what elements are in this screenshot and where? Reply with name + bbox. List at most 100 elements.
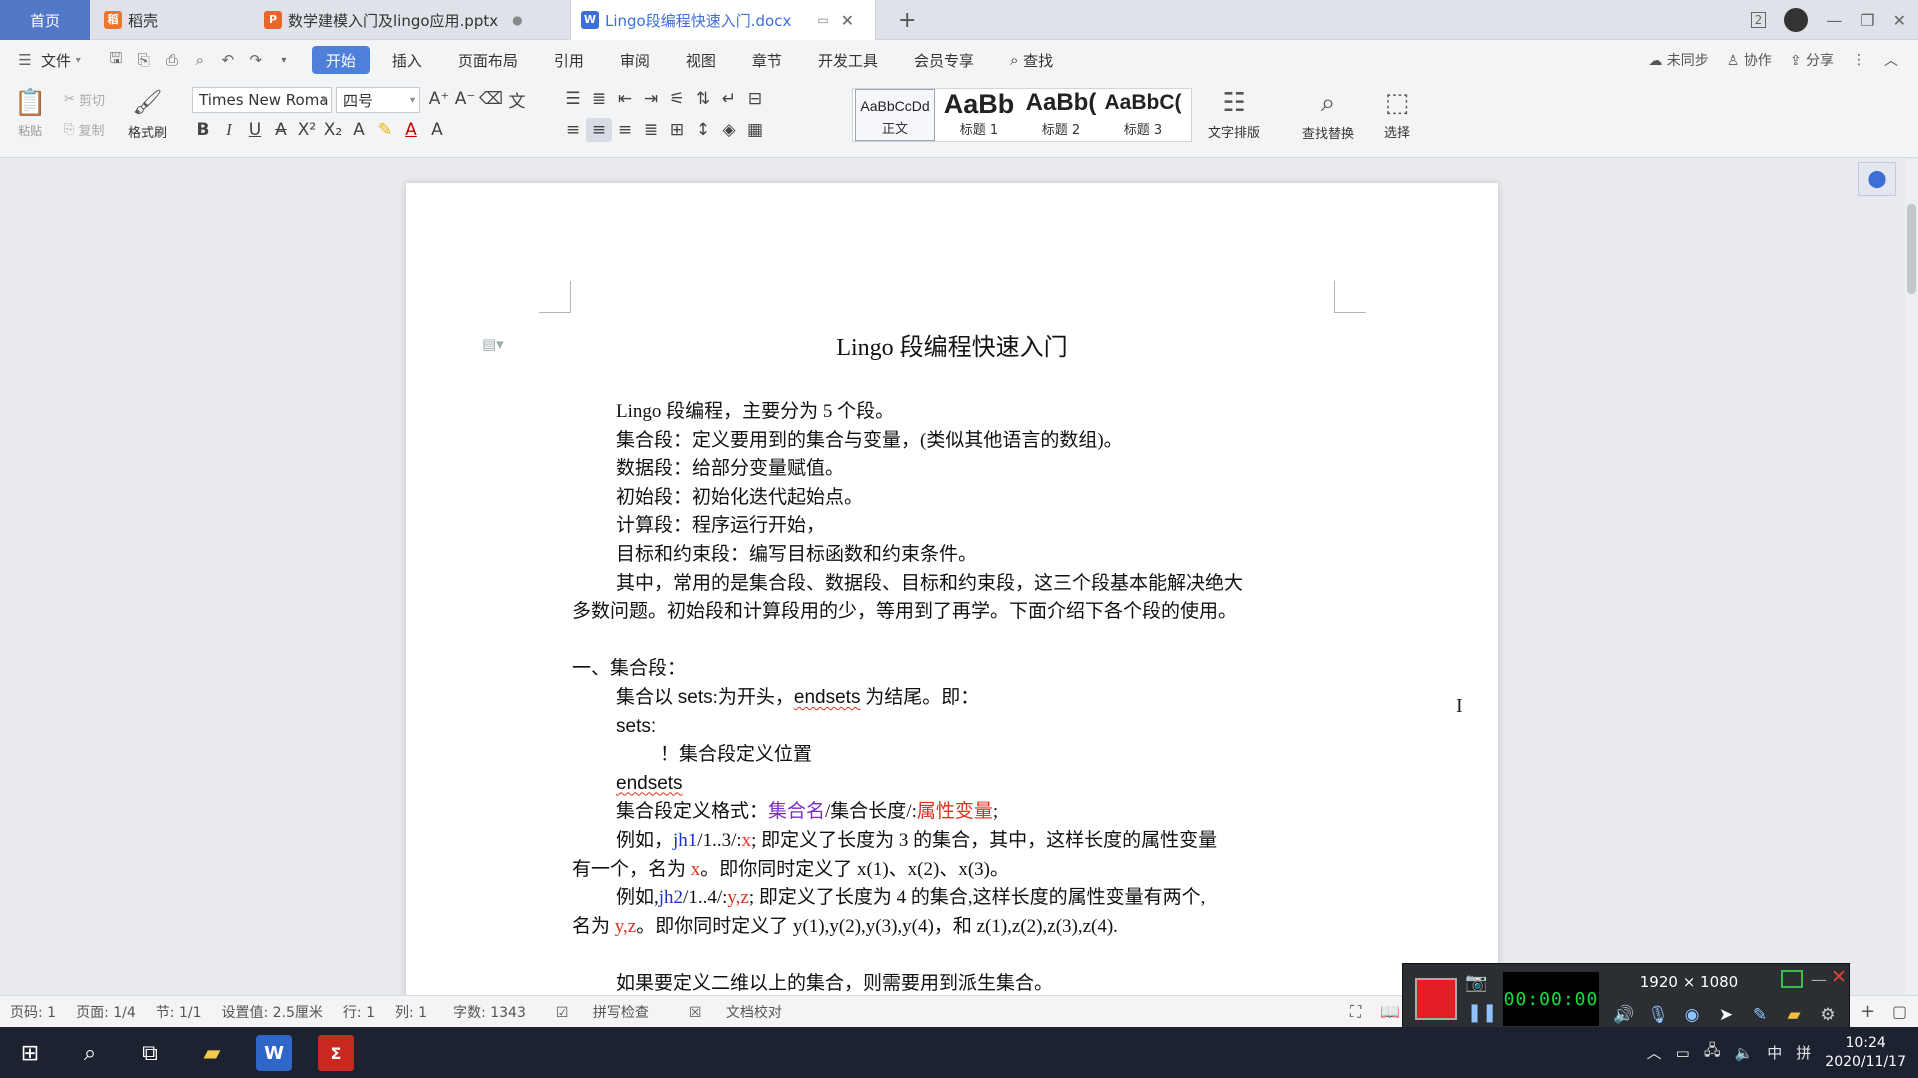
output-icon[interactable]: ⎘ xyxy=(133,49,155,71)
scrollbar-thumb[interactable] xyxy=(1907,204,1916,294)
minimize-recorder-icon[interactable]: — xyxy=(1811,970,1827,989)
print-icon[interactable]: ⎙ xyxy=(161,49,183,71)
lingo-icon[interactable]: Σ xyxy=(318,1035,354,1071)
bold-icon[interactable]: B xyxy=(190,118,216,142)
restore-icon[interactable]: ❐ xyxy=(1860,11,1874,30)
document-page[interactable]: ▤▾ Lingo 段编程快速入门 Lingo 段编程，主要分为 5 个段。 集合… xyxy=(406,183,1498,995)
battery-icon[interactable]: ▭ xyxy=(1676,1044,1690,1062)
align-center-icon[interactable]: ≡ xyxy=(586,118,612,142)
bullets-icon[interactable]: ☰ xyxy=(560,87,586,111)
format-painter-button[interactable]: 🖌 格式刷 xyxy=(128,88,167,141)
italic-icon[interactable]: I xyxy=(216,118,242,142)
monitor-icon[interactable]: ▭ xyxy=(817,13,828,27)
menu-page-layout[interactable]: 页面布局 xyxy=(444,46,532,74)
menu-chapter[interactable]: 章节 xyxy=(738,46,796,74)
volume-icon[interactable]: 🔈 xyxy=(1735,1044,1754,1062)
ime-mode-icon[interactable]: 拼 xyxy=(1796,1042,1811,1063)
style-heading1[interactable]: AaBb 标题 1 xyxy=(939,89,1019,141)
paste-button[interactable]: 📋 粘贴 xyxy=(14,88,46,139)
status-col[interactable]: 列: 1 xyxy=(395,1002,427,1022)
justify-icon[interactable]: ≣ xyxy=(638,118,664,142)
print-preview-icon[interactable]: ⌕ xyxy=(189,49,211,71)
redo-icon[interactable]: ↷ xyxy=(245,49,267,71)
style-heading3[interactable]: AaBbC( 标题 3 xyxy=(1103,89,1183,141)
font-name-select[interactable]: Times New Roma ▾ xyxy=(192,87,332,113)
distributed-icon[interactable]: ⊞ xyxy=(664,118,690,142)
pause-icon[interactable]: ❚❚ xyxy=(1467,1002,1497,1023)
vertical-scrollbar[interactable] xyxy=(1905,159,1918,995)
user-avatar[interactable] xyxy=(1784,8,1809,32)
numbering-icon[interactable]: ≣ xyxy=(586,87,612,111)
document-body[interactable]: Lingo 段编程，主要分为 5 个段。 集合段：定义要用到的集合与变量，(类似… xyxy=(572,398,1337,995)
status-pages[interactable]: 页面: 1/4 xyxy=(76,1002,136,1022)
menu-search[interactable]: ⌕ 查找 xyxy=(996,46,1067,74)
char-border-icon[interactable]: A xyxy=(424,118,450,142)
hamburger-icon[interactable]: ☰ xyxy=(14,49,36,71)
undo-icon[interactable]: ↶ xyxy=(217,49,239,71)
shading-icon[interactable]: ◈ xyxy=(716,118,742,142)
pen-icon[interactable]: ✎ xyxy=(1749,1004,1771,1026)
region-icon[interactable] xyxy=(1781,970,1803,988)
align-right-icon[interactable]: ≡ xyxy=(612,118,638,142)
status-word-count[interactable]: 字数: 1343 xyxy=(453,1002,526,1022)
select-button[interactable]: ⬚ 选择 xyxy=(1384,88,1410,141)
increase-font-icon[interactable]: A⁺ xyxy=(426,87,452,111)
text-effect-icon[interactable]: A xyxy=(346,118,372,142)
wps-writer-icon[interactable]: W xyxy=(256,1035,292,1071)
minimize-icon[interactable]: — xyxy=(1826,11,1842,30)
network-icon[interactable]: 🖧 xyxy=(1704,1040,1721,1065)
document-workspace[interactable]: ⬤ ▤▾ Lingo 段编程快速入门 Lingo 段编程，主要分为 5 个段。 … xyxy=(0,159,1918,995)
menu-insert[interactable]: 插入 xyxy=(378,46,436,74)
borders-icon[interactable]: ▦ xyxy=(742,118,768,142)
save-icon[interactable]: 🖫 xyxy=(105,49,127,71)
status-section[interactable]: 节: 1/1 xyxy=(156,1002,202,1022)
status-setting[interactable]: 设置值: 2.5厘米 xyxy=(221,1002,322,1022)
decrease-indent-icon[interactable]: ⇤ xyxy=(612,87,638,111)
tray-expand-icon[interactable]: ︿ xyxy=(1647,1042,1662,1063)
style-normal[interactable]: AaBbCcDd 正文 xyxy=(855,89,935,141)
new-tab-button[interactable]: + xyxy=(898,0,916,40)
camera-icon[interactable]: 📷 xyxy=(1465,972,1487,993)
folder-icon[interactable]: ▰ xyxy=(1783,1004,1805,1026)
find-replace-button[interactable]: ⌕ 查找替换 xyxy=(1302,88,1354,142)
align-left-icon[interactable]: ≡ xyxy=(560,118,586,142)
menu-developer[interactable]: 开发工具 xyxy=(804,46,892,74)
cursor-icon[interactable]: ➤ xyxy=(1715,1004,1737,1026)
menu-review[interactable]: 审阅 xyxy=(606,46,664,74)
underline-icon[interactable]: U xyxy=(242,118,268,142)
copy-button[interactable]: ⎘ 复制 xyxy=(64,120,105,139)
speaker-icon[interactable]: 🔊 xyxy=(1613,1004,1635,1026)
proof-button[interactable]: ☒ 文档校对 xyxy=(679,1002,792,1022)
cut-button[interactable]: ✂ 剪切 xyxy=(64,90,105,109)
text-layout-button[interactable]: ☷ 文字排版 xyxy=(1208,88,1260,141)
show-marks-icon[interactable]: ↵ xyxy=(716,87,742,111)
spell-check-button[interactable]: ☑ 拼写检查 xyxy=(546,1002,659,1022)
font-size-select[interactable]: 四号 ▾ xyxy=(336,87,420,113)
tab-daoke[interactable]: 稻 稻壳 xyxy=(104,0,158,40)
highlight-icon[interactable]: ✎ xyxy=(372,118,398,142)
webcam-icon[interactable]: ◉ xyxy=(1681,1004,1703,1026)
tab-home[interactable]: 首页 xyxy=(0,0,90,40)
ime-indicator[interactable]: 中 xyxy=(1767,1042,1782,1063)
line-spacing-icon[interactable]: ↕ xyxy=(690,118,716,142)
sort-icon[interactable]: ⇅ xyxy=(690,87,716,111)
collapse-ribbon-icon[interactable]: ︿ xyxy=(1884,50,1898,70)
menu-member[interactable]: 会员专享 xyxy=(900,46,988,74)
clock[interactable]: 10:24 2020/11/17 xyxy=(1825,1034,1906,1072)
share-button[interactable]: ⇪ 分享 xyxy=(1790,50,1834,70)
decrease-font-icon[interactable]: A⁻ xyxy=(452,87,478,111)
customize-icon[interactable]: ▾ xyxy=(273,49,295,71)
fit-page-icon[interactable]: ▢ xyxy=(1892,1002,1907,1021)
menu-home[interactable]: 开始 xyxy=(311,46,370,74)
tab-pptx[interactable]: P 数学建模入门及lingo应用.pptx ● xyxy=(264,0,564,40)
font-color-icon[interactable]: A xyxy=(398,118,424,142)
subscript-icon[interactable]: X₂ xyxy=(320,118,346,142)
menu-references[interactable]: 引用 xyxy=(540,46,598,74)
tab-docx[interactable]: W Lingo段编程快速入门.docx ▭ ✕ xyxy=(570,0,876,40)
microphone-icon[interactable]: 🎙 xyxy=(1647,1004,1669,1026)
strikethrough-icon[interactable]: A xyxy=(268,118,294,142)
tab-pptx-close-icon[interactable]: ● xyxy=(512,13,522,27)
start-icon[interactable]: ⊞ xyxy=(12,1035,48,1071)
zoom-in-icon[interactable]: + xyxy=(1860,1001,1875,1022)
style-heading2[interactable]: AaBb( 标题 2 xyxy=(1021,89,1101,141)
